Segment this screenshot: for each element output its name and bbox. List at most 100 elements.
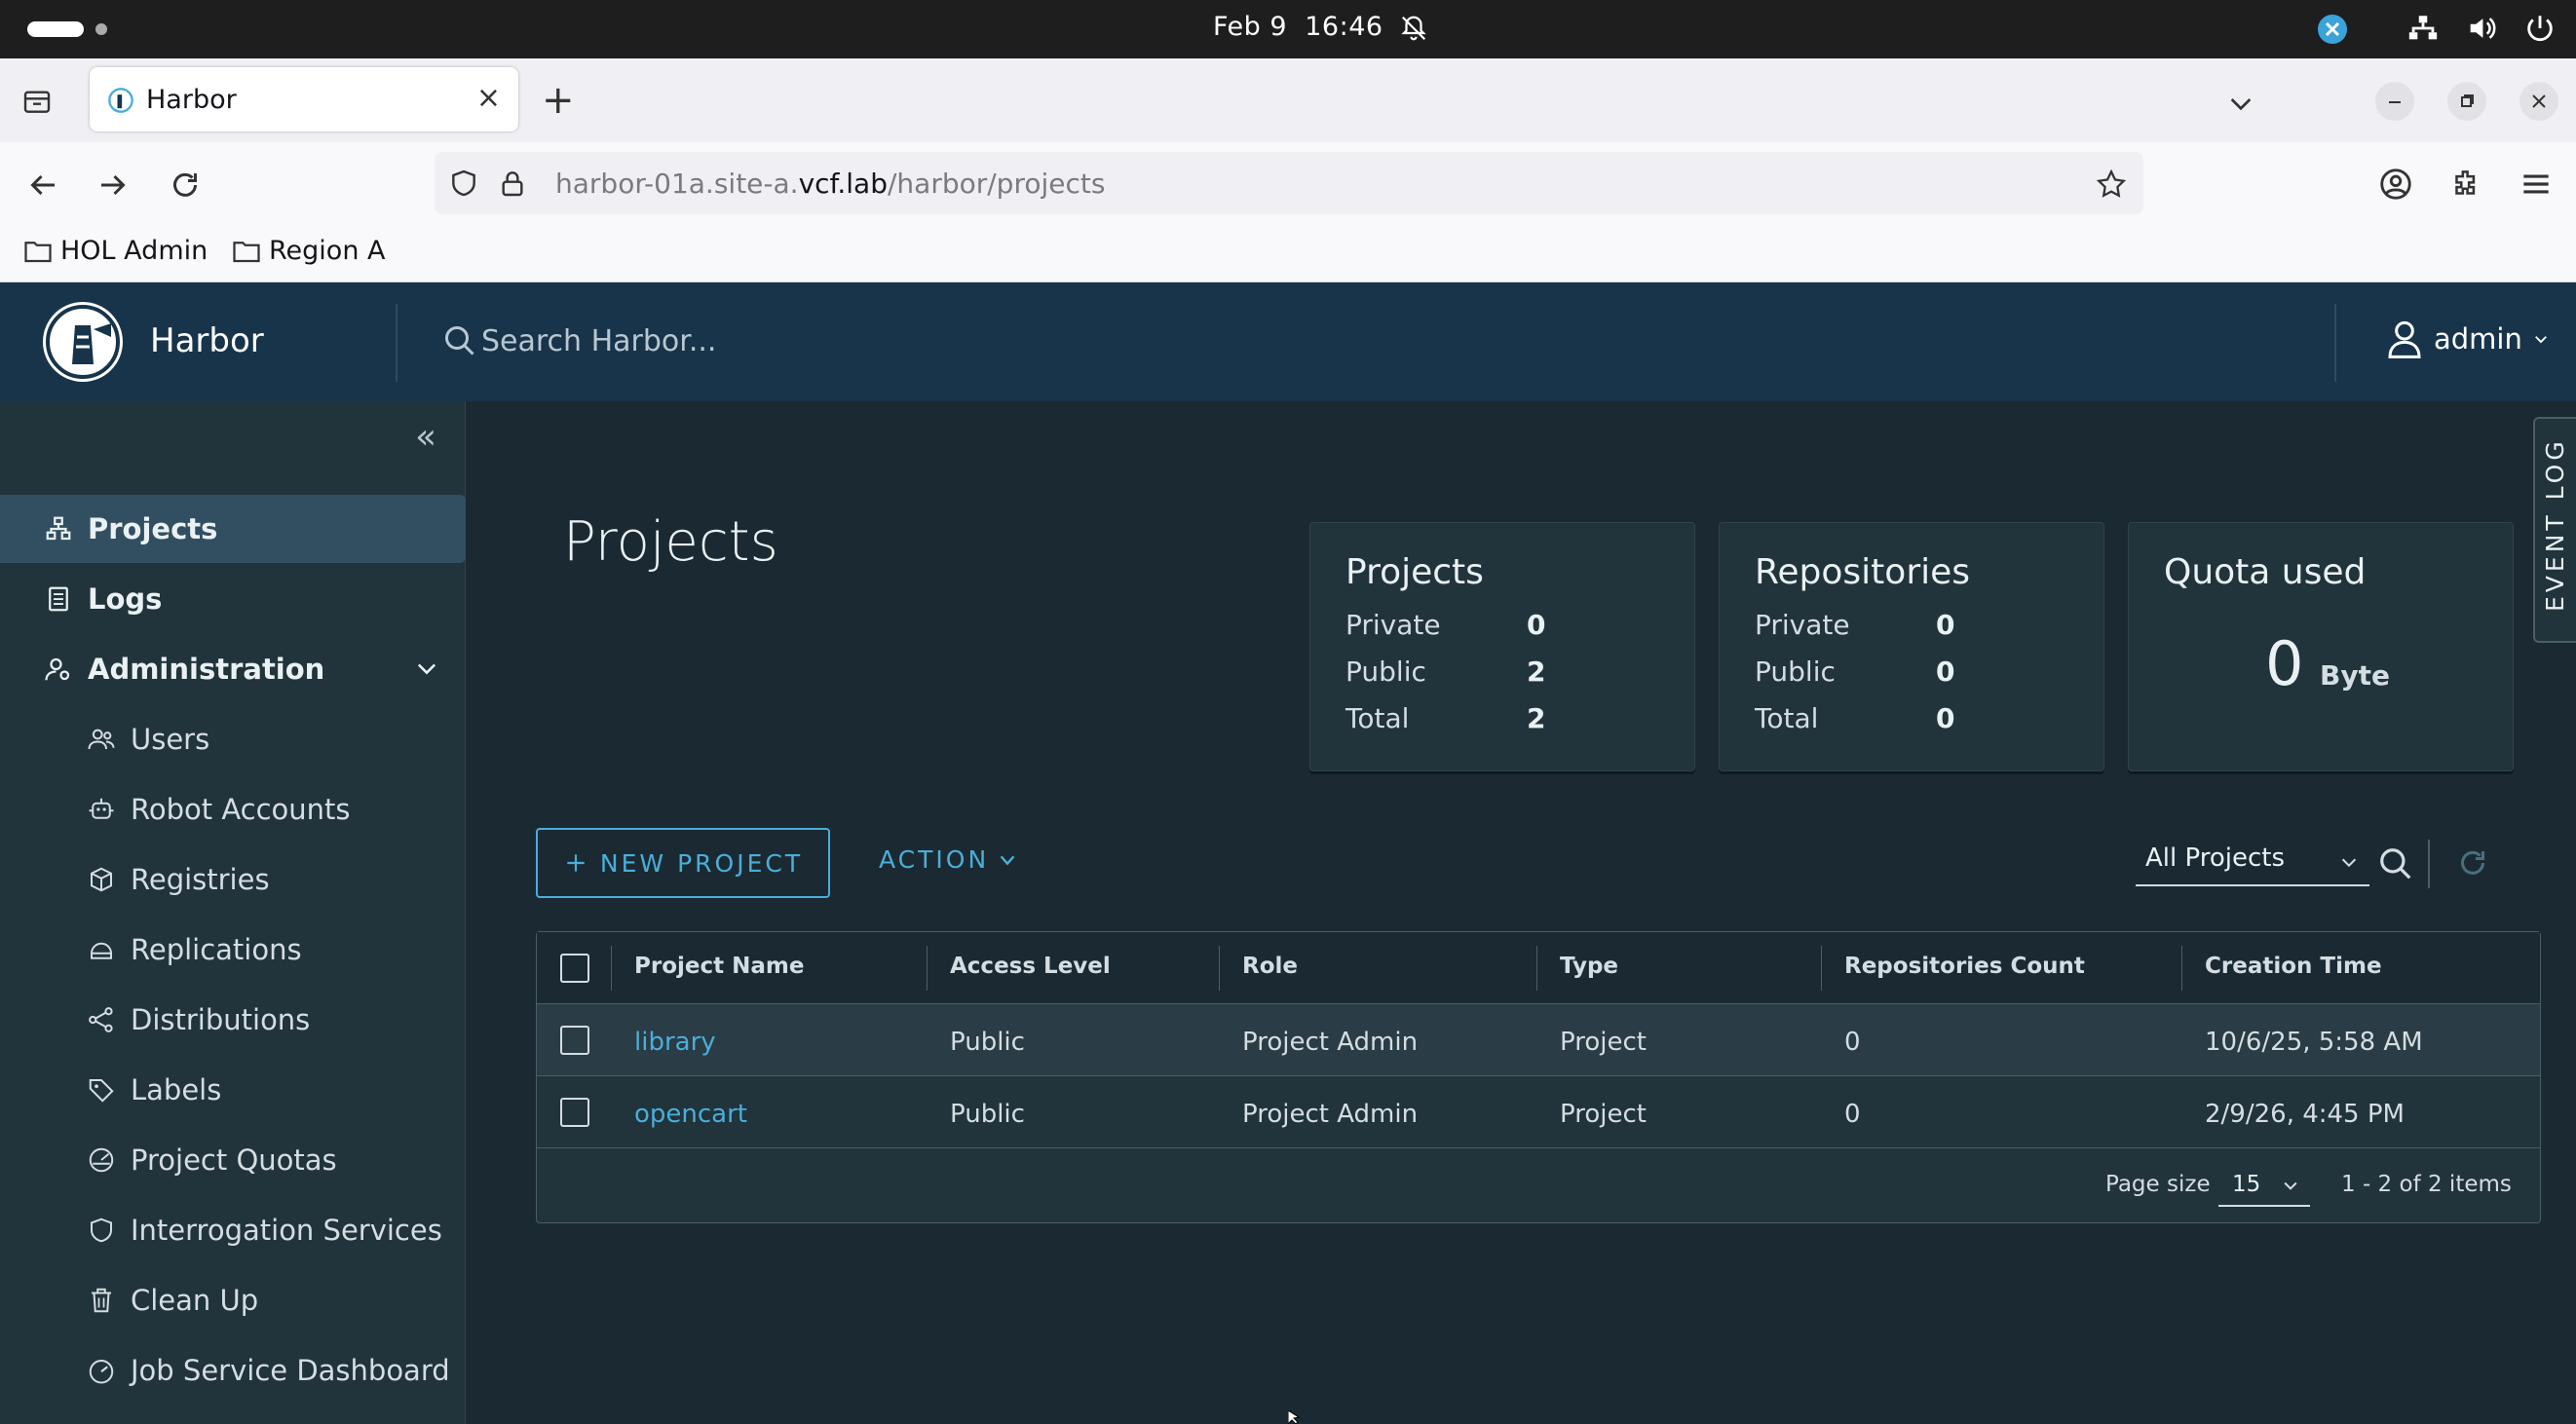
project-name-link[interactable]: opencart [634, 1100, 747, 1129]
power-icon[interactable] [2523, 12, 2557, 45]
restore-button[interactable] [2447, 82, 2486, 121]
back-arrow-icon[interactable] [25, 168, 60, 203]
harbor-logo[interactable] [43, 302, 123, 382]
account-icon[interactable] [2377, 166, 2414, 203]
column-header-type[interactable]: Type [1560, 954, 1618, 979]
activities-indicator[interactable] [27, 21, 84, 37]
sidebar-item-job-service-dashboard[interactable]: Job Service Dashboard [0, 1336, 466, 1405]
card-row-label: Public [1755, 656, 1836, 688]
browser-tab-harbor[interactable]: Harbor × [90, 67, 518, 131]
tab-close-icon[interactable]: × [476, 81, 501, 115]
page-size-select[interactable]: 15 [2218, 1164, 2310, 1207]
role-cell: Project Admin [1242, 1028, 1419, 1057]
card-row-value: 0 [1936, 656, 1955, 688]
username: admin [2434, 322, 2522, 356]
sidebar-item-label: Logs [88, 582, 163, 616]
search-input[interactable] [481, 318, 1163, 364]
refresh-icon[interactable] [2455, 845, 2490, 881]
distributions-icon [86, 1004, 117, 1035]
select-all-checkbox[interactable] [560, 954, 589, 983]
harbor-header: Harbor admin [0, 282, 2576, 401]
tab-list-chevron-icon[interactable] [2225, 88, 2256, 119]
close-window-button[interactable] [2519, 82, 2558, 121]
sidebar-item-registries[interactable]: Registries [0, 845, 466, 914]
projects-summary-card: Projects Private 0 Public 2 Total 2 [1309, 522, 1695, 771]
sidebar-item-projects[interactable]: Projects [0, 495, 466, 563]
sidebar-item-administration[interactable]: Administration [0, 635, 466, 703]
event-log-tab[interactable]: EVENT LOG [2533, 417, 2576, 643]
column-header-role[interactable]: Role [1242, 954, 1298, 979]
search-icon[interactable] [442, 323, 477, 358]
quota-value: 0 [2265, 628, 2304, 699]
card-row-label: Total [1755, 702, 1819, 734]
column-divider [1821, 946, 1822, 991]
lock-icon[interactable] [497, 168, 528, 199]
url-text: harbor-01a.site-a.vcf.lab/harbor/project… [555, 168, 1105, 200]
bookmark-hol-admin[interactable]: HOL Admin [23, 236, 208, 266]
table-header: Project Name Access Level Role Type Repo… [537, 932, 2540, 1004]
url-bar[interactable]: harbor-01a.site-a.vcf.lab/harbor/project… [435, 152, 2143, 214]
projects-icon [43, 513, 74, 544]
header-divider [396, 304, 398, 382]
projects-table: Project Name Access Level Role Type Repo… [536, 931, 2541, 1223]
reload-icon[interactable] [168, 168, 203, 203]
sidebar-item-labels[interactable]: Labels [0, 1056, 466, 1124]
column-header-project-name[interactable]: Project Name [634, 954, 804, 979]
action-dropdown[interactable]: ACTION [879, 845, 1018, 874]
collapse-sidebar-icon[interactable]: « [415, 417, 436, 457]
minimize-button[interactable] [2375, 82, 2414, 121]
sidebar-item-logs[interactable]: Logs [0, 565, 466, 633]
filter-search-icon[interactable] [2377, 845, 2414, 882]
project-name-link[interactable]: library [634, 1028, 716, 1057]
network-icon[interactable] [2406, 12, 2440, 45]
row-checkbox[interactable] [560, 1098, 589, 1127]
extensions-icon[interactable] [2447, 166, 2484, 203]
browser-nav-bar: harbor-01a.site-a.vcf.lab/harbor/project… [0, 142, 2576, 224]
clock-time: 16:46 [1305, 12, 1383, 42]
forward-arrow-icon[interactable] [95, 168, 131, 203]
column-header-creation-time[interactable]: Creation Time [2205, 954, 2382, 979]
sidebar-item-users[interactable]: Users [0, 705, 466, 773]
sidebar-item-label: Distributions [131, 1003, 311, 1036]
sidebar-item-label: Administration [88, 653, 325, 686]
system-top-bar: Feb 9 16:46 [0, 0, 2576, 58]
url-prefix: harbor-01a.site-a. [555, 168, 799, 200]
new-project-button[interactable]: NEW PROJECT [536, 828, 830, 898]
menu-icon[interactable] [2518, 166, 2555, 203]
repositories-count-cell: 0 [1844, 1028, 1861, 1057]
sidebar-item-robot-accounts[interactable]: Robot Accounts [0, 775, 466, 843]
sidebar-item-clean-up[interactable]: Clean Up [0, 1266, 466, 1334]
plus-icon [567, 854, 585, 872]
sidebar-item-replications[interactable]: Replications [0, 916, 466, 984]
sidebar-item-project-quotas[interactable]: Project Quotas [0, 1126, 466, 1194]
user-icon [2388, 320, 2421, 358]
robot-icon [86, 794, 117, 825]
sidebar-item-interrogation-services[interactable]: Interrogation Services [0, 1196, 466, 1264]
tracking-shield-icon[interactable] [448, 168, 479, 199]
column-header-access-level[interactable]: Access Level [950, 954, 1111, 979]
bookmark-region-a[interactable]: Region A [232, 236, 385, 266]
user-menu[interactable]: admin [2385, 318, 2550, 360]
sidebar-item-label: Job Service Dashboard [131, 1354, 450, 1387]
card-row-value: 0 [1936, 702, 1955, 734]
sidebar-item-distributions[interactable]: Distributions [0, 986, 466, 1054]
bookmark-label: Region A [269, 236, 386, 266]
new-tab-icon[interactable]: + [542, 78, 575, 123]
volume-icon[interactable] [2465, 12, 2498, 45]
app-indicator-icon[interactable] [2315, 12, 2350, 47]
table-row[interactable]: library Public Project Admin Project 0 1… [537, 1004, 2540, 1076]
bookmark-star-icon[interactable] [2095, 168, 2128, 201]
system-clock[interactable]: Feb 9 16:46 [1213, 12, 1383, 42]
table-row[interactable]: opencart Public Project Admin Project 0 … [537, 1076, 2540, 1148]
main-content: Projects Projects Private 0 Public 2 Tot… [466, 401, 2576, 1424]
row-checkbox[interactable] [560, 1026, 589, 1055]
column-header-repositories-count[interactable]: Repositories Count [1844, 954, 2085, 979]
chevron-down-icon[interactable] [413, 655, 440, 682]
column-divider [1219, 946, 1220, 991]
workspace-dot[interactable] [95, 23, 107, 35]
card-row-label: Total [1345, 702, 1410, 734]
card-row-value: 0 [1936, 609, 1955, 641]
project-filter-select[interactable]: All Projects [2136, 838, 2369, 886]
access-level-cell: Public [950, 1100, 1025, 1129]
tab-overview-icon[interactable] [19, 86, 55, 117]
